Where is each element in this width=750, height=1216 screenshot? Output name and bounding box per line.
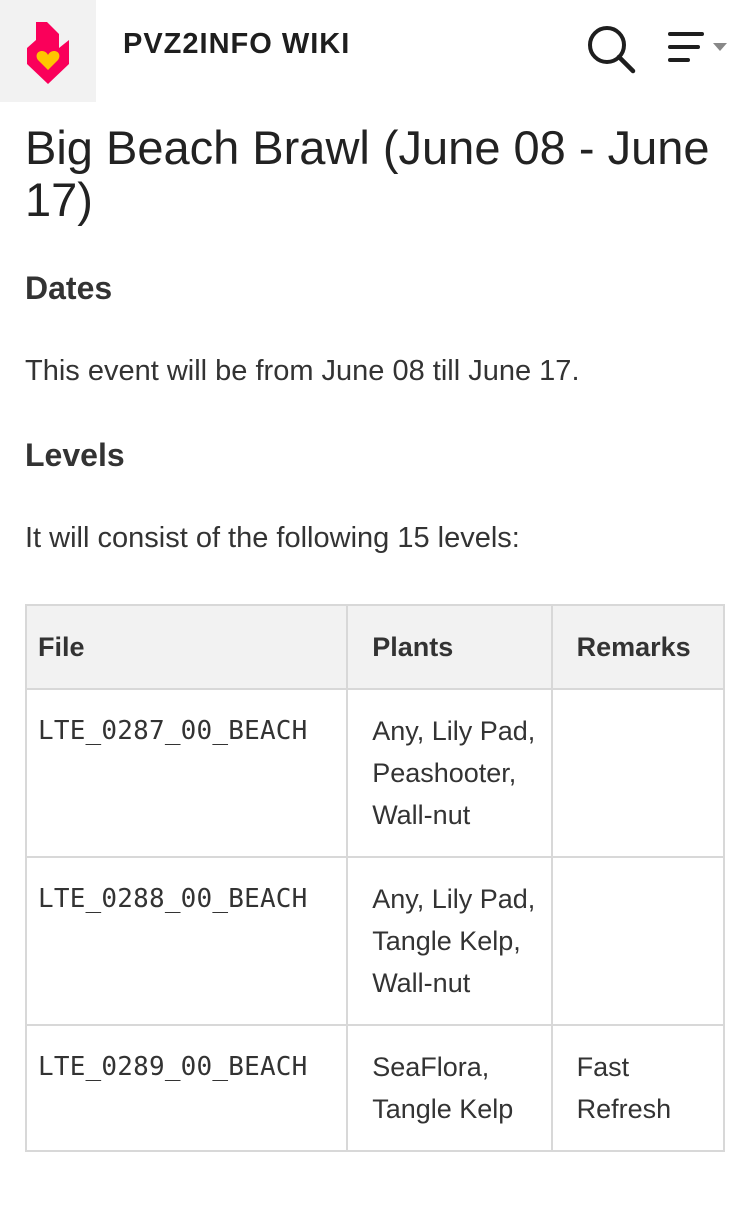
page-title: Big Beach Brawl (June 08 - June 17) xyxy=(25,121,710,226)
remarks-cell: Fast Refresh xyxy=(550,1024,726,1152)
table-row: LTE_0287_00_BEACH Any, Lily Pad, Peashoo… xyxy=(24,688,726,858)
levels-heading: Levels xyxy=(25,437,125,473)
table-row: LTE_0288_00_BEACH Any, Lily Pad, Tangle … xyxy=(24,856,726,1026)
file-cell: LTE_0288_00_BEACH xyxy=(24,856,349,1026)
top-navigation-bar: PVZ2INFO WIKI xyxy=(0,0,750,102)
menu-icon xyxy=(668,32,727,62)
search-icon xyxy=(588,26,636,74)
levels-table: File Plants Remarks LTE_0287_00_BEACH An… xyxy=(24,604,726,1152)
remarks-cell xyxy=(550,856,726,1026)
plants-cell: Any, Lily Pad, Tangle Kelp, Wall-nut xyxy=(346,856,553,1026)
file-cell: LTE_0289_00_BEACH xyxy=(24,1024,349,1152)
table-header-row: File Plants Remarks xyxy=(24,604,726,690)
column-header-remarks: Remarks xyxy=(550,604,726,690)
remarks-cell xyxy=(550,688,726,858)
fandom-heart-logo-icon xyxy=(27,22,69,84)
site-logo-link[interactable] xyxy=(0,0,96,102)
site-name[interactable]: PVZ2INFO WIKI xyxy=(123,28,350,61)
plants-cell: SeaFlora, Tangle Kelp xyxy=(346,1024,553,1152)
dates-heading: Dates xyxy=(25,270,113,306)
plants-cell: Any, Lily Pad, Peashooter, Wall-nut xyxy=(346,688,553,858)
levels-text: It will consist of the following 15 leve… xyxy=(25,522,520,554)
file-cell: LTE_0287_00_BEACH xyxy=(24,688,349,858)
table-row: LTE_0289_00_BEACH SeaFlora, Tangle Kelp … xyxy=(24,1024,726,1152)
column-header-plants: Plants xyxy=(346,604,553,690)
article-content: Big Beach Brawl (June 08 - June 17) Date… xyxy=(0,122,750,1152)
column-header-file: File xyxy=(24,604,349,690)
search-button[interactable] xyxy=(584,22,638,76)
dates-text: This event will be from June 08 till Jun… xyxy=(25,355,580,387)
menu-button[interactable] xyxy=(664,26,734,72)
